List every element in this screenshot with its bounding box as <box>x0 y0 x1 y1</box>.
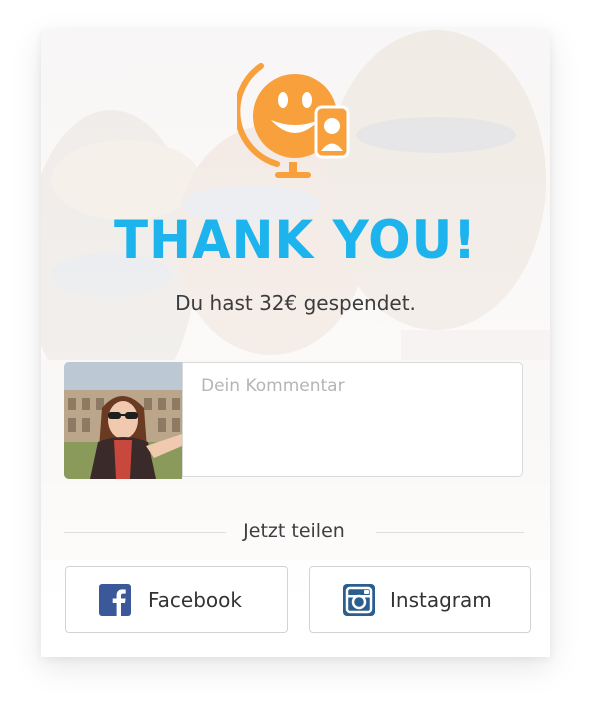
facebook-label: Facebook <box>148 588 242 612</box>
instagram-share-button[interactable]: Instagram <box>309 566 531 633</box>
thank-you-title: THANK YOU! <box>114 209 477 271</box>
comment-input[interactable] <box>182 362 523 477</box>
globe-smiley-logo-icon <box>234 54 357 184</box>
instagram-label: Instagram <box>390 588 492 612</box>
facebook-share-button[interactable]: Facebook <box>65 566 288 633</box>
facebook-icon <box>99 584 131 616</box>
share-divider: Jetzt teilen <box>64 518 524 548</box>
user-avatar <box>64 362 182 479</box>
donation-amount-text: Du hast 32€ gespendet. <box>175 291 416 315</box>
thank-you-card: THANK YOU! Du hast 32€ gespendet. Dein K… <box>41 30 550 657</box>
instagram-icon <box>343 584 375 616</box>
share-label: Jetzt teilen <box>243 520 345 542</box>
